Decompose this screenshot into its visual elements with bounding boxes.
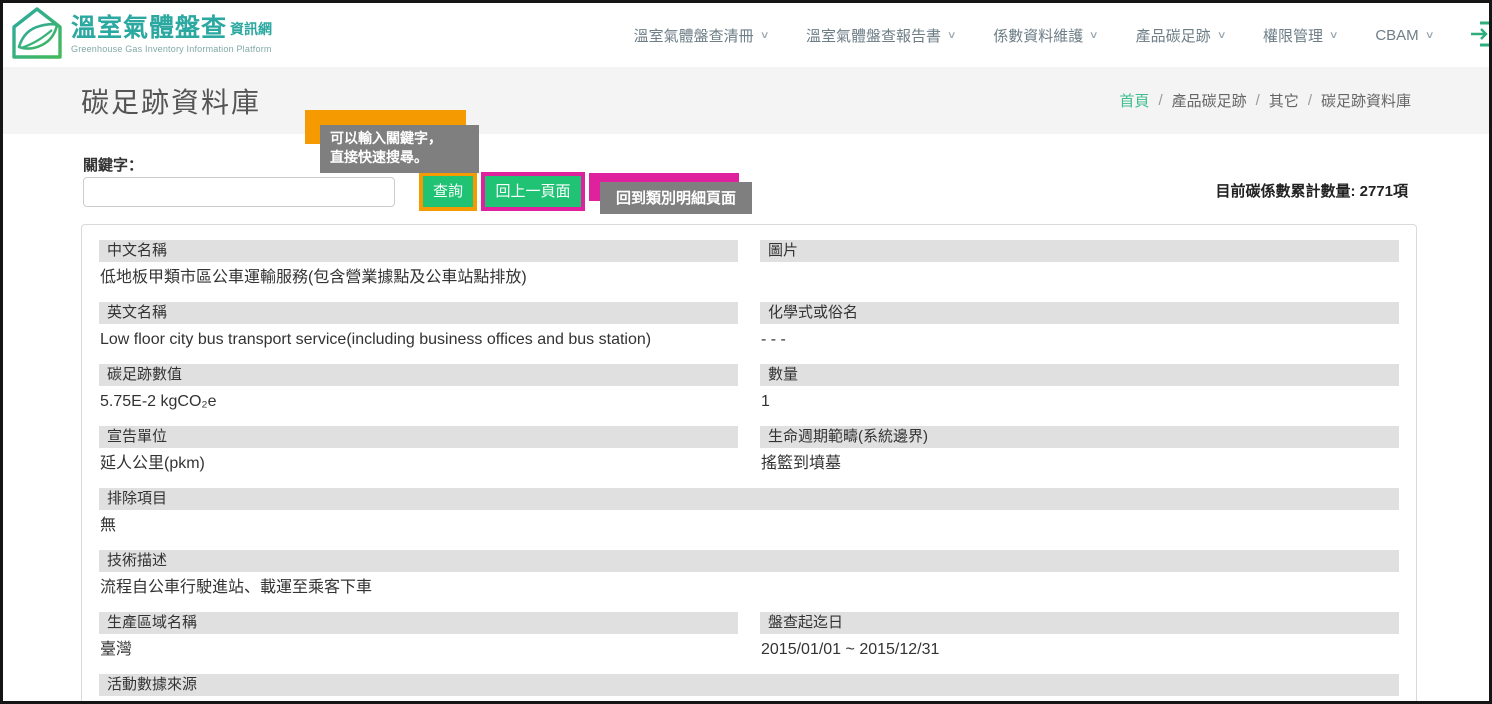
logo-house-leaf-icon [11,6,63,65]
nav-item-label: 係數資料維護 [993,25,1083,46]
keyword-tooltip: 可以輸入關鍵字， 直接快速搜尋。 [320,125,479,173]
nav-item-coefficient-maintenance[interactable]: 係數資料維護 ∨ [993,25,1097,46]
field-group: 圖片 [760,240,1399,288]
detail-row: 宣告單位延人公里(pkm) 生命週期範疇(系統邊界) 搖籃到墳墓 [99,426,1399,474]
detail-row: 中文名稱低地板甲類市區公車運輸服務(包含營業據點及公車站點排放) 圖片 [99,240,1399,288]
main-nav: 溫室氣體盤查清冊 ∨ 溫室氣體盤查報告書 ∨ 係數資料維護 ∨ 產品碳足跡 ∨ … [634,25,1433,46]
detail-row: 技術描述流程自公車行駛進站、載運至乘客下車 [99,550,1399,598]
title-band: 碳足跡資料庫 首頁 / 產品碳足跡 / 其它 / 碳足跡資料庫 [3,67,1489,134]
back-tooltip: 回到類別明細頁面 [600,182,752,214]
breadcrumb-other[interactable]: 其它 [1269,90,1299,111]
keyword-tooltip-line2: 直接快速搜尋。 [330,148,469,167]
logo-title-suffix: 資訊網 [230,19,272,41]
site-logo[interactable]: 溫室氣體盤查 資訊網 Greenhouse Gas Inventory Info… [11,6,272,65]
nav-item-product-carbon-footprint[interactable]: 產品碳足跡 ∨ [1136,25,1225,46]
breadcrumb: 首頁 / 產品碳足跡 / 其它 / 碳足跡資料庫 [1119,90,1411,111]
field-value: 1 [760,391,1399,412]
chevron-down-icon: ∨ [1216,30,1226,41]
detail-row: 碳足跡數值 5.75E-2 kgCO₂e 數量 1 [99,364,1399,412]
field-value: 2015/01/01 ~ 2015/12/31 [760,639,1399,660]
field-label: 圖片 [760,240,1399,262]
field-label: 數量 [760,364,1399,386]
field-label: 宣告單位 [99,426,738,448]
field-label: 碳足跡數值 [99,364,738,386]
keyword-label: 關鍵字： [83,154,143,175]
field-group: 數量 1 [760,364,1399,412]
field-group: 排除項目無 [99,488,1399,536]
field-label: 盤查起迄日 [760,612,1399,634]
nav-item-label: CBAM [1375,27,1418,44]
detail-row: 英文名稱 Low floor city bus transport service… [99,302,1399,350]
field-value: 搖籃到墳墓 [760,453,1399,474]
coefficient-count-text: 目前碳係數累計數量: 2771項 [1215,180,1408,201]
field-value: - - - [760,329,1399,350]
field-label: 中文名稱 [99,240,738,262]
detail-rows: 中文名稱低地板甲類市區公車運輸服務(包含營業據點及公車站點排放) 圖片英文名稱 Lo… [99,240,1399,704]
field-group: 盤查起迄日 2015/01/01 ~ 2015/12/31 [760,612,1399,660]
field-value: 臺灣 [99,639,738,660]
field-value: 5.75E-2 kgCO₂e [99,391,738,412]
field-value [760,267,1399,288]
chevron-down-icon: ∨ [759,30,769,41]
field-label: 活動數據來源 [99,674,1399,696]
back-button[interactable]: 回上一頁面 [485,176,581,207]
field-label: 排除項目 [99,488,1399,510]
field-value: 無 [99,515,1399,536]
chevron-down-icon: ∨ [1329,30,1339,41]
field-group: 活動數據來源 [99,674,1399,704]
field-group: 中文名稱低地板甲類市區公車運輸服務(包含營業據點及公車站點排放) [99,240,738,288]
field-group: 技術描述流程自公車行駛進站、載運至乘客下車 [99,550,1399,598]
field-label: 英文名稱 [99,302,738,324]
field-label: 生命週期範疇(系統邊界) [760,426,1399,448]
nav-item-label: 溫室氣體盤查報告書 [806,25,941,46]
breadcrumb-current: 碳足跡資料庫 [1321,90,1411,111]
nav-item-label: 權限管理 [1263,25,1323,46]
logo-subtitle: Greenhouse Gas Inventory Information Pla… [71,44,272,54]
query-button[interactable]: 查詢 [423,176,473,207]
detail-row: 活動數據來源 [99,674,1399,704]
chevron-down-icon: ∨ [1089,30,1099,41]
field-group: 化學式或俗名 - - - [760,302,1399,350]
field-group: 宣告單位延人公里(pkm) [99,426,738,474]
nav-item-cbam[interactable]: CBAM ∨ [1375,27,1433,44]
logout-icon[interactable] [1469,21,1492,47]
breadcrumb-product-carbon-footprint[interactable]: 產品碳足跡 [1172,90,1247,111]
breadcrumb-separator: / [1308,92,1312,109]
page-title: 碳足跡資料庫 [81,81,261,121]
query-button-highlight: 查詢 [419,172,477,211]
nav-item-inventory-report[interactable]: 溫室氣體盤查報告書 ∨ [806,25,955,46]
field-group: 生命週期範疇(系統邊界) 搖籃到墳墓 [760,426,1399,474]
field-group: 英文名稱 Low floor city bus transport service… [99,302,738,350]
nav-item-permission-management[interactable]: 權限管理 ∨ [1263,25,1337,46]
detail-row: 生產區域名稱臺灣盤查起迄日2015/01/01 ~ 2015/12/31 [99,612,1399,660]
chevron-down-icon: ∨ [947,30,957,41]
field-group: 生產區域名稱臺灣 [99,612,738,660]
detail-row: 排除項目無 [99,488,1399,536]
nav-item-inventory-list[interactable]: 溫室氣體盤查清冊 ∨ [634,25,768,46]
back-button-highlight: 回上一頁面 [481,172,585,211]
field-label: 技術描述 [99,550,1399,572]
nav-item-label: 溫室氣體盤查清冊 [634,25,754,46]
field-value: Low floor city bus transport service(inc… [99,329,738,350]
field-value: 流程自公車行駛進站、載運至乘客下車 [99,577,1399,598]
top-header: 溫室氣體盤查 資訊網 Greenhouse Gas Inventory Info… [3,3,1489,67]
keyword-tooltip-line1: 可以輸入關鍵字， [330,129,469,148]
details-card: 中文名稱低地板甲類市區公車運輸服務(包含營業據點及公車站點排放) 圖片英文名稱 Lo… [81,224,1417,704]
nav-item-label: 產品碳足跡 [1136,25,1211,46]
page-frame: 溫室氣體盤查 資訊網 Greenhouse Gas Inventory Info… [0,0,1492,704]
field-value: 延人公里(pkm) [99,453,738,474]
field-label: 化學式或俗名 [760,302,1399,324]
field-label: 生產區域名稱 [99,612,738,634]
logo-title: 溫室氣體盤查 [71,16,227,41]
breadcrumb-separator: / [1158,92,1162,109]
keyword-search-input[interactable] [83,177,395,207]
breadcrumb-separator: / [1256,92,1260,109]
field-value: 低地板甲類市區公車運輸服務(包含營業據點及公車站點排放) [99,267,738,288]
breadcrumb-home[interactable]: 首頁 [1119,90,1149,111]
chevron-down-icon: ∨ [1424,30,1434,41]
field-group: 碳足跡數值 5.75E-2 kgCO₂e [99,364,738,412]
